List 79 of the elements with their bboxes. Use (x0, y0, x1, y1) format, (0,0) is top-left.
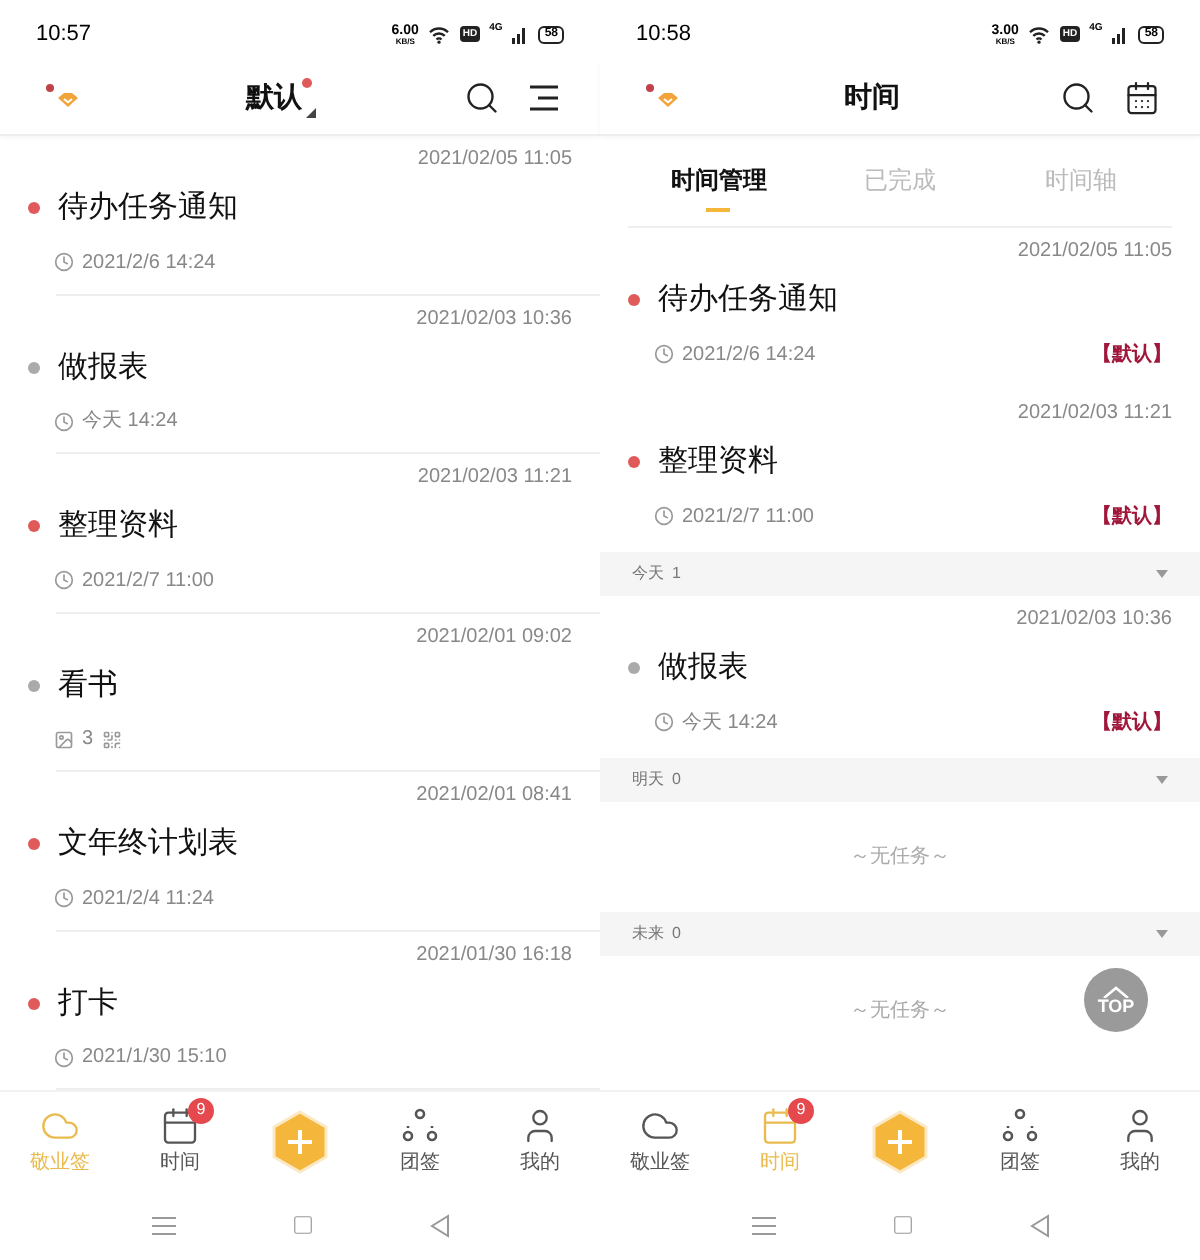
due-time: 2021/2/6 14:24 (82, 249, 216, 277)
due-time: 2021/2/4 11:24 (82, 885, 214, 913)
home-icon[interactable] (291, 1214, 313, 1236)
task-timestamp: 2021/02/03 10:36 (1016, 606, 1172, 634)
task-timestamp: 2021/02/05 11:05 (1017, 238, 1172, 266)
nav-tab[interactable]: 敬业签 (600, 1105, 720, 1177)
task-title[interactable]: 待办任务通知 (58, 186, 238, 231)
clock-icon (654, 344, 674, 364)
clock-icon (54, 411, 74, 431)
section-header[interactable]: 明天 0 (600, 758, 1200, 802)
image-icon (54, 729, 74, 749)
empty-message: ～无任务～ (850, 844, 950, 872)
clock-icon (54, 252, 74, 272)
back-icon[interactable] (1029, 1213, 1049, 1237)
nav-tab[interactable]: 团签 (360, 1105, 480, 1177)
section-header[interactable]: 今天 1 (600, 552, 1200, 596)
task-title[interactable]: 看书 (58, 663, 118, 708)
team-icon (1000, 1105, 1040, 1145)
chevron-up-icon (1102, 985, 1130, 997)
signal-icon (512, 25, 529, 43)
status-time: 10:57 (36, 19, 92, 50)
search-icon[interactable] (464, 79, 500, 115)
due-time: 今天 14:24 (682, 709, 778, 737)
task-timestamp: 2021/02/01 09:02 (416, 623, 572, 651)
back-icon[interactable] (429, 1213, 449, 1237)
due-time: 2021/2/7 11:00 (682, 503, 814, 531)
page-title[interactable]: 默认 (246, 79, 302, 111)
calendar-icon (760, 1105, 800, 1145)
tab[interactable]: 时间管理 (628, 150, 810, 212)
search-icon[interactable] (1060, 79, 1096, 115)
task-timestamp: 2021/02/05 11:05 (417, 146, 572, 174)
task-title[interactable]: 整理资料 (58, 504, 178, 549)
menu-icon[interactable] (528, 83, 560, 111)
task-title[interactable]: 整理资料 (658, 440, 778, 485)
calendar-icon (160, 1105, 200, 1145)
add-button[interactable] (870, 1109, 930, 1173)
task-title[interactable]: 打卡 (58, 981, 118, 1026)
task-timestamp: 2021/02/01 08:41 (416, 782, 572, 810)
nav-tab[interactable]: 我的 (1080, 1105, 1200, 1177)
page-title: 时间 (844, 79, 900, 111)
notification-badge: 9 (788, 1097, 814, 1123)
clock-icon (654, 506, 674, 526)
clock-icon (654, 712, 674, 732)
empty-message: ～无任务～ (850, 998, 950, 1026)
signal-icon (1112, 25, 1129, 43)
caret-icon (1156, 930, 1168, 938)
task-timestamp: 2021/02/03 10:36 (416, 305, 572, 333)
caret-icon (1156, 776, 1168, 784)
category-tag: 【默认】 (1092, 501, 1172, 531)
due-time: 2021/1/30 15:10 (82, 1044, 227, 1072)
due-time: 2021/2/7 11:00 (82, 567, 214, 595)
task-title[interactable]: 待办任务通知 (658, 278, 838, 323)
clock-icon (54, 570, 74, 590)
task-timestamp: 2021/02/03 11:21 (1017, 400, 1172, 428)
category-tag: 【默认】 (1092, 339, 1172, 369)
clock-icon (54, 1047, 74, 1067)
nav-tab[interactable]: 我的 (480, 1105, 600, 1177)
team-icon (400, 1105, 440, 1145)
task-title[interactable]: 做报表 (658, 646, 748, 691)
due-time: 今天 14:24 (82, 408, 178, 436)
status-time: 10:58 (636, 19, 692, 50)
notification-badge: 9 (188, 1097, 214, 1123)
calendar-icon[interactable] (1124, 79, 1160, 115)
task-title[interactable]: 做报表 (58, 345, 148, 390)
clock-icon (54, 888, 74, 908)
wifi-icon (1028, 25, 1051, 43)
section-header[interactable]: 未来 0 (600, 912, 1200, 956)
due-time: 2021/2/6 14:24 (682, 341, 816, 369)
caret-icon (1156, 570, 1168, 578)
nav-tab[interactable]: 团签 (960, 1105, 1080, 1177)
task-title[interactable]: 文年终计划表 (58, 822, 238, 867)
task-timestamp: 2021/02/03 11:21 (417, 464, 572, 492)
wifi-icon (428, 25, 451, 43)
home-icon[interactable] (891, 1214, 913, 1236)
add-button[interactable] (270, 1109, 330, 1173)
task-timestamp: 2021/01/30 16:18 (416, 941, 572, 969)
qr-code-icon (101, 729, 122, 749)
category-tag: 【默认】 (1092, 707, 1172, 737)
image-count: 3 (82, 726, 94, 754)
